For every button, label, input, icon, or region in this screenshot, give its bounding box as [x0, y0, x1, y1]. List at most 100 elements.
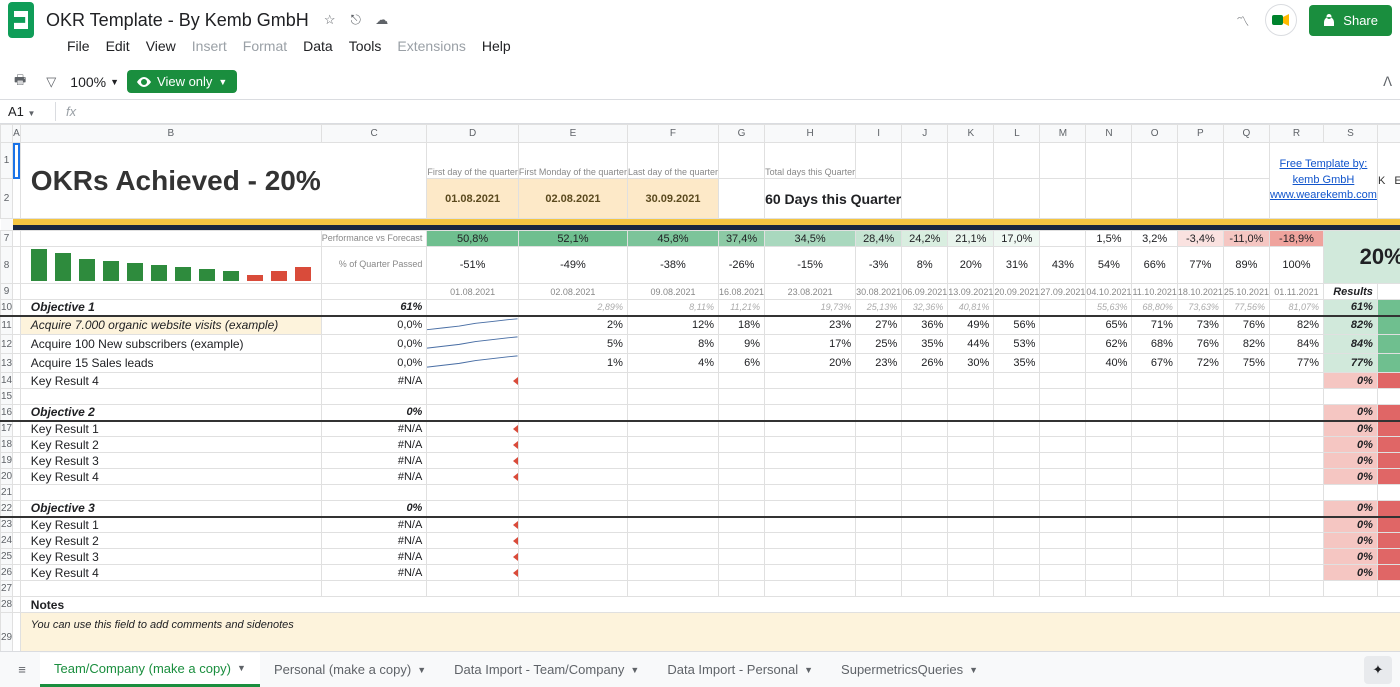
cell[interactable] [719, 143, 765, 179]
cell[interactable] [13, 453, 21, 469]
date-hdr[interactable]: 23.08.2021 [765, 284, 856, 300]
quarter-date[interactable]: 01.08.2021 [427, 179, 519, 219]
cell[interactable] [13, 565, 21, 581]
tab-dropdown-icon[interactable]: ▼ [630, 665, 639, 675]
cell[interactable] [994, 533, 1040, 549]
cell[interactable] [427, 389, 519, 405]
cell[interactable] [1132, 389, 1177, 405]
cell[interactable] [1269, 549, 1323, 565]
cell[interactable] [1223, 405, 1269, 421]
cell[interactable] [1040, 437, 1086, 453]
cell[interactable] [1086, 485, 1132, 501]
kr-c[interactable]: #N/A [321, 533, 427, 549]
row-header[interactable]: 29 [1, 613, 13, 652]
cell[interactable] [627, 421, 718, 437]
cell[interactable] [856, 581, 902, 597]
kr-val[interactable] [902, 373, 948, 389]
result-bar[interactable] [1377, 501, 1400, 517]
date-hdr[interactable]: 25.10.2021 [1223, 284, 1269, 300]
col-header-F[interactable]: F [627, 125, 718, 143]
date-hdr[interactable]: 09.08.2021 [627, 284, 718, 300]
cell[interactable] [719, 485, 765, 501]
cell[interactable] [1040, 453, 1086, 469]
cell[interactable] [856, 485, 902, 501]
print-icon[interactable]: 🖶 [8, 67, 32, 97]
row-header[interactable]: 15 [1, 389, 13, 405]
row-header[interactable]: 21 [1, 485, 13, 501]
cell[interactable] [994, 485, 1040, 501]
cell[interactable] [1269, 485, 1323, 501]
cell[interactable] [13, 354, 21, 373]
tab-dropdown-icon[interactable]: ▼ [237, 663, 246, 673]
pct-cell[interactable]: 54% [1086, 247, 1132, 284]
pct-cell[interactable]: 89% [1223, 247, 1269, 284]
col-header-P[interactable]: P [1177, 125, 1223, 143]
cell[interactable] [1086, 565, 1132, 581]
menu-format[interactable]: Format [236, 34, 294, 58]
result-cell[interactable]: 0% [1324, 549, 1378, 565]
obj-tiny[interactable]: 11,21% [719, 300, 765, 316]
cell[interactable] [1040, 421, 1086, 437]
kr-val[interactable] [856, 373, 902, 389]
cell[interactable] [13, 613, 21, 652]
cell[interactable] [1177, 581, 1223, 597]
cell[interactable] [1132, 405, 1177, 421]
cell[interactable] [1377, 284, 1400, 300]
kr-val[interactable]: 35% [902, 335, 948, 354]
cell[interactable] [1040, 389, 1086, 405]
kr-val[interactable]: 53% [994, 335, 1040, 354]
cell-A1[interactable] [13, 143, 21, 179]
menu-view[interactable]: View [139, 34, 183, 58]
cell[interactable] [1177, 469, 1223, 485]
objective-pct[interactable]: 0% [321, 405, 427, 421]
obj-tiny[interactable]: 2,89% [518, 300, 627, 316]
cell[interactable] [948, 485, 994, 501]
cell[interactable] [627, 405, 718, 421]
cell[interactable] [20, 581, 321, 597]
menu-edit[interactable]: Edit [99, 34, 137, 58]
kr-val[interactable] [765, 373, 856, 389]
cell[interactable] [719, 501, 765, 517]
perf-cell[interactable]: -3,4% [1177, 231, 1223, 247]
sheet-tab[interactable]: Data Import - Team/Company ▼ [440, 653, 653, 687]
kemb-logo[interactable]: K E M B [1377, 143, 1400, 219]
share-button[interactable]: Share [1309, 5, 1392, 36]
cell[interactable] [627, 517, 718, 533]
kr-val[interactable] [948, 373, 994, 389]
results-hdr[interactable]: Results [1324, 284, 1378, 300]
col-header-T[interactable]: T [1377, 125, 1400, 143]
free-template-link[interactable]: Free Template by:kemb GmbHwww.wearekemb.… [1269, 143, 1377, 219]
col-header-D[interactable]: D [427, 125, 519, 143]
kr-c[interactable]: #N/A [321, 437, 427, 453]
cell[interactable] [856, 517, 902, 533]
cell[interactable] [1086, 517, 1132, 533]
row-header[interactable]: 18 [1, 437, 13, 453]
kr-val[interactable] [1223, 373, 1269, 389]
cell[interactable] [1269, 405, 1323, 421]
cell[interactable] [1177, 485, 1223, 501]
cell[interactable] [1269, 517, 1323, 533]
cell[interactable] [765, 581, 856, 597]
kr-val[interactable]: 76% [1177, 335, 1223, 354]
cell[interactable] [765, 565, 856, 581]
kr-val[interactable]: 82% [1223, 335, 1269, 354]
row-header[interactable]: 26 [1, 565, 13, 581]
row-header[interactable]: 27 [1, 581, 13, 597]
filter-icon[interactable]: ▽ [40, 70, 62, 94]
cell[interactable] [948, 421, 994, 437]
kr-val[interactable]: 23% [856, 354, 902, 373]
header-label[interactable]: First Monday of the quarter [518, 143, 627, 179]
cell[interactable] [13, 501, 21, 517]
cell[interactable] [321, 284, 427, 300]
cell[interactable] [856, 565, 902, 581]
date-hdr[interactable]: 01.08.2021 [427, 284, 519, 300]
perf-cell[interactable]: 21,1% [948, 231, 994, 247]
cell[interactable] [427, 405, 519, 421]
cell[interactable] [1132, 501, 1177, 517]
cell[interactable] [719, 405, 765, 421]
kr-c[interactable]: #N/A [321, 469, 427, 485]
sheet-tab[interactable]: SupermetricsQueries ▼ [827, 653, 992, 687]
cell[interactable] [1132, 549, 1177, 565]
move-icon[interactable]: ⎋ [347, 11, 365, 29]
cell[interactable] [765, 485, 856, 501]
